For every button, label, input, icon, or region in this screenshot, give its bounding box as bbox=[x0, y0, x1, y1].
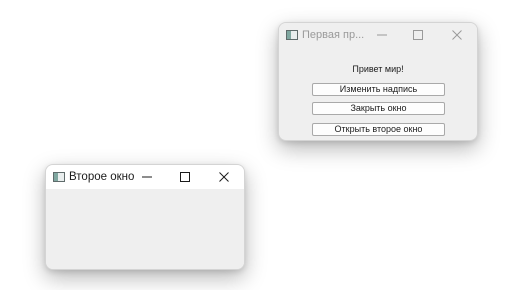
second-window: Второе окно bbox=[45, 164, 245, 270]
app-icon bbox=[286, 30, 298, 40]
open-second-window-button[interactable]: Открыть второе окно bbox=[312, 123, 445, 136]
close-button[interactable] bbox=[207, 165, 241, 189]
first-window-titlebar[interactable]: Первая пр... bbox=[279, 23, 477, 47]
maximize-button[interactable] bbox=[401, 23, 435, 47]
second-window-title: Второе окно bbox=[69, 171, 135, 183]
app-icon bbox=[53, 172, 65, 182]
maximize-icon bbox=[180, 172, 190, 182]
second-window-client-area bbox=[46, 189, 244, 269]
close-icon bbox=[452, 30, 462, 40]
first-window-title: Первая пр... bbox=[302, 29, 365, 41]
close-icon bbox=[219, 172, 229, 182]
close-window-button[interactable]: Закрыть окно bbox=[312, 102, 445, 115]
greeting-label: Привет мир! bbox=[352, 64, 404, 74]
minimize-icon bbox=[377, 34, 387, 36]
change-label-button[interactable]: Изменить надпись bbox=[312, 83, 445, 96]
minimize-button[interactable] bbox=[365, 23, 399, 47]
minimize-button[interactable] bbox=[130, 165, 164, 189]
second-window-titlebar[interactable]: Второе окно bbox=[46, 165, 244, 189]
close-button[interactable] bbox=[440, 23, 474, 47]
maximize-icon bbox=[413, 30, 423, 40]
first-window: Первая пр... Привет мир! Изменить надпис… bbox=[278, 22, 478, 141]
maximize-button[interactable] bbox=[168, 165, 202, 189]
minimize-icon bbox=[142, 176, 152, 178]
